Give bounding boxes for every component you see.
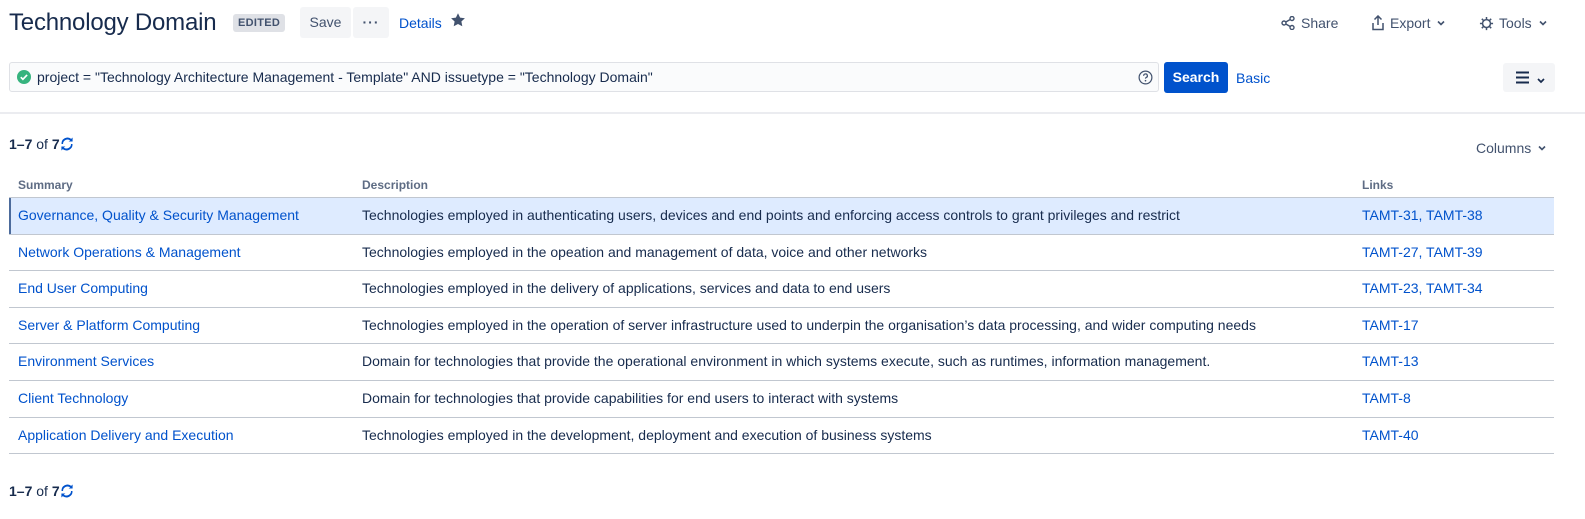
results-of-label: of [36, 136, 48, 152]
export-button[interactable]: Export [1371, 14, 1446, 32]
issue-links[interactable]: TAMT-23, TAMT-34 [1362, 280, 1483, 296]
results-range: 1–7 [9, 136, 33, 152]
issue-links[interactable]: TAMT-27, TAMT-39 [1362, 244, 1483, 260]
export-icon [1371, 15, 1385, 31]
issue-summary-link[interactable]: End User Computing [18, 280, 148, 296]
issue-summary-link[interactable]: Server & Platform Computing [18, 317, 200, 333]
chevron-down-icon [1538, 18, 1548, 28]
chevron-down-icon [1536, 73, 1546, 89]
chevron-down-icon [1436, 18, 1446, 28]
issue-links[interactable]: TAMT-13 [1362, 353, 1419, 369]
results-total: 7 [51, 136, 60, 152]
save-button[interactable]: Save [300, 7, 351, 38]
issue-summary-link[interactable]: Application Delivery and Execution [18, 427, 234, 443]
gear-icon [1479, 16, 1494, 31]
share-button[interactable]: Share [1281, 14, 1338, 32]
columns-button[interactable]: Columns [1476, 140, 1547, 156]
page-header: Technology Domain EDITED Save ··· Detail… [0, 0, 1585, 50]
tools-label: Tools [1499, 15, 1532, 31]
issue-summary-link[interactable]: Governance, Quality & Security Managemen… [18, 207, 299, 223]
details-link[interactable]: Details [399, 15, 442, 31]
results-range: 1–7 [9, 483, 33, 499]
table-row[interactable]: Environment Services Domain for technolo… [9, 344, 1554, 381]
issue-description: Technologies employed in the development… [362, 426, 932, 443]
check-circle-icon [16, 69, 32, 85]
issues-table: Summary Description Links Governance, Qu… [9, 176, 1554, 455]
edited-badge: EDITED [233, 14, 286, 32]
issue-description: Technologies employed in authenticating … [362, 207, 1180, 223]
table-row[interactable]: Network Operations & Management Technolo… [9, 235, 1554, 272]
basic-search-link[interactable]: Basic [1236, 70, 1270, 86]
table-row[interactable]: Application Delivery and Execution Techn… [9, 418, 1554, 455]
issue-summary-link[interactable]: Client Technology [18, 390, 128, 406]
refresh-icon[interactable] [60, 136, 74, 155]
issue-links[interactable]: TAMT-17 [1362, 317, 1419, 333]
refresh-icon[interactable] [60, 483, 74, 502]
divider [0, 112, 1585, 114]
issue-description: Domain for technologies that provide cap… [362, 389, 899, 406]
page-title: Technology Domain [9, 9, 217, 36]
results-total: 7 [51, 483, 60, 499]
issue-links[interactable]: TAMT-8 [1362, 390, 1411, 406]
issue-description: Domain for technologies that provide the… [362, 353, 1211, 370]
share-icon [1281, 16, 1295, 30]
table-header: Summary Description Links [9, 176, 1554, 198]
issue-links[interactable]: TAMT-40 [1362, 427, 1419, 443]
table-row[interactable]: Governance, Quality & Security Managemen… [9, 198, 1554, 235]
export-label: Export [1390, 15, 1431, 31]
more-actions-button[interactable]: ··· [353, 7, 389, 38]
column-header-links[interactable]: Links [1362, 178, 1393, 192]
table-row[interactable]: Client Technology Domain for technologie… [9, 381, 1554, 418]
star-icon[interactable] [450, 12, 466, 28]
issue-summary-link[interactable]: Network Operations & Management [18, 244, 241, 260]
view-switcher-button[interactable] [1503, 63, 1555, 92]
table-row[interactable]: End User Computing Technologies employed… [9, 271, 1554, 308]
column-header-description[interactable]: Description [362, 178, 428, 192]
results-of-label: of [36, 483, 48, 499]
jql-query-text[interactable]: project = "Technology Architecture Manag… [37, 69, 653, 85]
results-count-bottom: 1–7 of 7 [9, 483, 74, 502]
search-button[interactable]: Search [1164, 62, 1228, 93]
issue-description: Technologies employed in the operation o… [362, 316, 1256, 333]
results-count: 1–7 of 7 [9, 136, 74, 155]
issue-description: Technologies employed in the opeation an… [362, 243, 928, 260]
help-icon[interactable] [1138, 70, 1153, 85]
column-header-summary[interactable]: Summary [18, 178, 73, 192]
share-label: Share [1301, 15, 1339, 31]
jql-search-input[interactable]: project = "Technology Architecture Manag… [9, 62, 1159, 92]
chevron-down-icon [1537, 140, 1547, 156]
issue-summary-link[interactable]: Environment Services [18, 353, 154, 369]
list-view-icon [1516, 71, 1530, 87]
issue-links[interactable]: TAMT-31, TAMT-38 [1362, 207, 1483, 223]
columns-label: Columns [1476, 140, 1532, 156]
table-row[interactable]: Server & Platform Computing Technologies… [9, 308, 1554, 345]
tools-button[interactable]: Tools [1479, 14, 1548, 32]
issue-description: Technologies employed in the delivery of… [362, 280, 891, 297]
